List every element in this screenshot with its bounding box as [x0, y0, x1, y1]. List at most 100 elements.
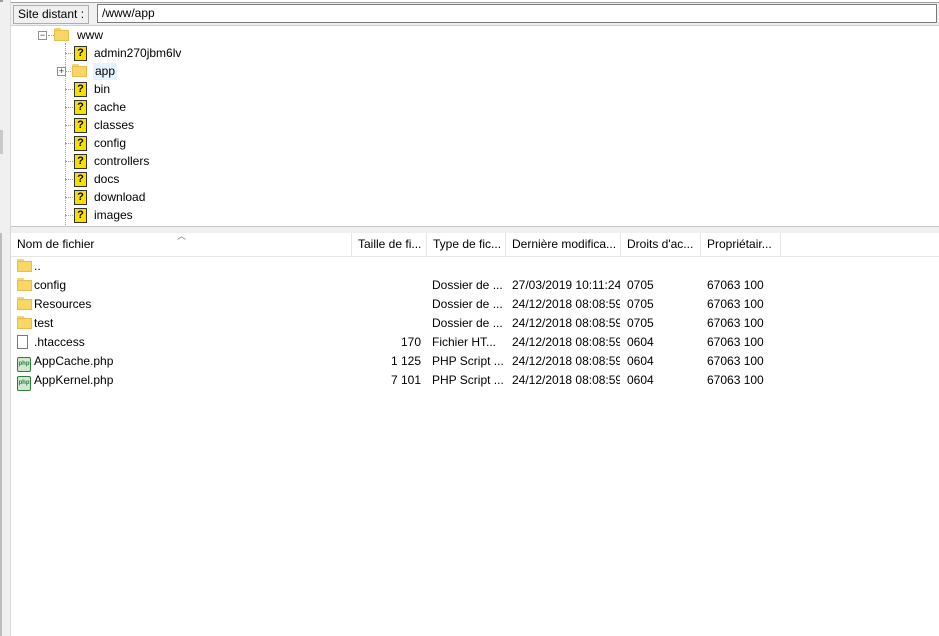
file-row[interactable]: php AppCache.php 1 125 PHP Script ... 24… [11, 352, 781, 372]
column-header-type[interactable]: Type de fic... [427, 233, 506, 256]
tree-item-www[interactable]: www [54, 26, 105, 44]
file-name: test [34, 316, 54, 330]
tree-line [65, 89, 73, 90]
expand-icon[interactable]: + [57, 67, 66, 76]
file-row[interactable]: Resources Dossier de ... 24/12/2018 08:0… [11, 295, 781, 314]
edge-mark [0, 0, 3, 2]
file-owner [707, 257, 781, 276]
edge-mark [0, 130, 3, 154]
tree-item-label: www [77, 27, 103, 42]
tree-line [65, 125, 73, 126]
file-permissions: 0604 [627, 354, 654, 368]
column-header-modified[interactable]: Dernière modifica... [506, 233, 621, 256]
file-owner: 67063 100 [707, 373, 764, 387]
file-size: 170 [400, 335, 421, 349]
file-modified: 24/12/2018 08:08:59 [512, 373, 620, 387]
remote-site-label: Site distant : [13, 5, 90, 24]
question-icon: ? [74, 117, 87, 133]
tree-item-label: classes [94, 117, 135, 132]
question-icon: ? [74, 189, 87, 205]
file-type: Dossier de ... [432, 297, 503, 311]
column-header-name[interactable]: Nom de fichier ︿ [11, 233, 351, 256]
file-modified: 24/12/2018 08:08:59 [512, 335, 620, 349]
folder-icon [17, 297, 33, 311]
file-owner: 67063 100 [707, 297, 764, 311]
tree-item-download[interactable]: ? download [74, 188, 147, 206]
file-type: Dossier de ... [432, 316, 503, 330]
folder-icon [17, 278, 33, 292]
folder-icon [17, 316, 33, 330]
php-file-icon: php [17, 376, 31, 391]
file-size: 7 101 [390, 373, 421, 387]
tree-item-label: images [94, 207, 133, 222]
file-name: AppKernel.php [34, 373, 114, 387]
file-owner: 67063 100 [707, 335, 764, 349]
file-type: Fichier HT... [432, 335, 497, 349]
file-type: Dossier de ... [432, 278, 503, 292]
tree-item-label: app [93, 62, 118, 80]
remote-directory-tree: − www ? admin270jbm6lv + app ? bin ? cac… [11, 25, 939, 225]
file-type [432, 257, 504, 276]
file-size: 1 125 [390, 354, 421, 368]
tree-item-classes[interactable]: ? classes [74, 116, 136, 134]
file-row[interactable]: .htaccess 170 Fichier HT... 24/12/2018 0… [11, 333, 781, 352]
question-icon: ? [74, 171, 87, 187]
tree-line [65, 53, 73, 54]
collapse-icon[interactable]: − [38, 31, 47, 40]
column-header-size[interactable]: Taille de fi... [351, 233, 427, 256]
file-type: PHP Script ... [432, 354, 504, 368]
remote-path-input[interactable] [97, 4, 937, 23]
file-size [351, 257, 421, 276]
file-size [351, 295, 421, 314]
edge-mark [0, 233, 2, 636]
tree-item-label: admin270jbm6lv [94, 45, 182, 60]
question-icon: ? [74, 45, 87, 61]
file-permissions: 0705 [627, 278, 654, 292]
remote-file-list: Nom de fichier ︿ Taille de fi... Type de… [11, 233, 939, 636]
question-icon: ? [74, 81, 87, 97]
list-header: Nom de fichier ︿ Taille de fi... Type de… [11, 233, 939, 257]
tree-item-label: cache [94, 99, 127, 114]
tree-item-app[interactable]: app [72, 62, 118, 80]
file-permissions: 0604 [627, 335, 654, 349]
file-row[interactable]: php AppKernel.php 7 101 PHP Script ... 2… [11, 371, 781, 391]
tree-item-config[interactable]: ? config [74, 134, 128, 152]
column-header-permissions[interactable]: Droits d'ac... [621, 233, 701, 256]
tree-line [65, 215, 73, 216]
tree-item-label: config [94, 135, 127, 150]
file-modified: 24/12/2018 08:08:59 [512, 297, 620, 311]
tree-line [65, 107, 73, 108]
tree-item-images[interactable]: ? images [74, 206, 135, 224]
tree-line [65, 179, 73, 180]
tree-item-controllers[interactable]: ? controllers [74, 152, 151, 170]
file-owner: 67063 100 [707, 354, 764, 368]
question-icon: ? [74, 153, 87, 169]
folder-icon [54, 28, 70, 42]
file-row[interactable]: .. [11, 257, 781, 276]
left-panel-edge [0, 0, 11, 636]
file-size [351, 276, 421, 295]
tree-item-admin270jbm6lv[interactable]: ? admin270jbm6lv [74, 44, 183, 62]
question-icon: ? [74, 135, 87, 151]
tree-item-bin[interactable]: ? bin [74, 80, 112, 98]
file-permissions: 0705 [627, 297, 654, 311]
php-file-icon: php [17, 357, 31, 372]
tree-line [65, 161, 73, 162]
sort-ascending-icon: ︿ [177, 233, 187, 241]
file-size [351, 314, 421, 333]
tree-item-docs[interactable]: ? docs [74, 170, 121, 188]
file-name: .. [34, 259, 41, 273]
tree-line [65, 197, 73, 198]
file-owner: 67063 100 [707, 278, 764, 292]
folder-icon [72, 64, 88, 78]
file-name: AppCache.php [34, 354, 114, 368]
tree-item-cache[interactable]: ? cache [74, 98, 128, 116]
file-type: PHP Script ... [432, 373, 504, 387]
file-row[interactable]: test Dossier de ... 24/12/2018 08:08:59 … [11, 314, 781, 333]
column-header-owner[interactable]: Propriétair... [701, 233, 781, 256]
file-permissions [627, 257, 699, 276]
question-icon: ? [74, 99, 87, 115]
tree-line [65, 143, 73, 144]
file-row[interactable]: config Dossier de ... 27/03/2019 10:11:2… [11, 276, 781, 295]
tree-item-label: bin [94, 81, 111, 96]
